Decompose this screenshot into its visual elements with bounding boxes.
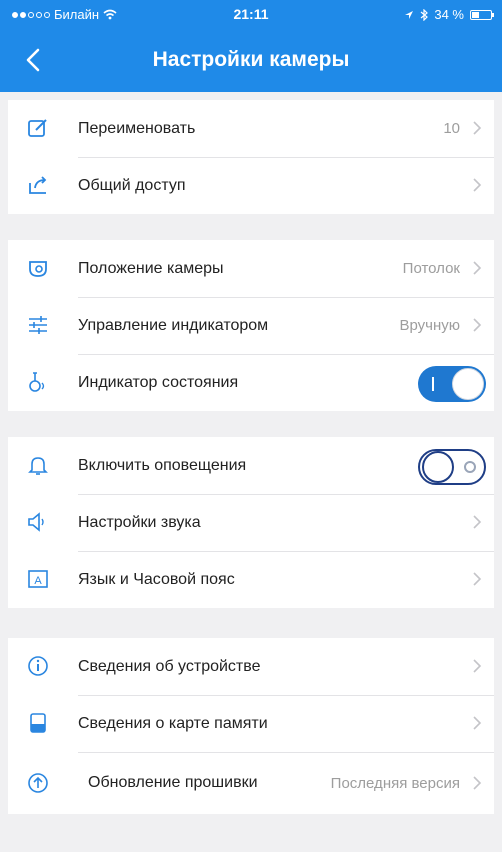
chevron-right-icon [473,261,482,275]
status-indicator-toggle[interactable] [418,366,486,402]
firmware-update-label: Обновление прошивки [88,774,258,791]
sharing-row[interactable]: Общий доступ [8,157,494,214]
chevron-right-icon [473,572,482,586]
status-right: 34 % [404,7,494,22]
indicator-icon [26,370,50,394]
edit-icon [26,116,50,140]
chevron-right-icon [473,515,482,529]
status-bar: Билайн 21:11 34 % [0,0,502,28]
rename-label: Переименовать [78,119,196,137]
battery-icon [470,9,494,20]
chevron-right-icon [473,318,482,332]
sd-card-icon [26,711,50,735]
device-info-row[interactable]: Сведения об устройстве [8,638,494,695]
settings-group-general: Переименовать 10 Общий доступ [8,100,494,214]
settings-group-device: Сведения об устройстве Сведения о карте … [8,638,494,814]
language-icon: A [26,567,50,591]
camera-position-icon [26,256,50,280]
chevron-right-icon [473,121,482,135]
page-title: Настройки камеры [152,48,350,71]
indicator-control-value: Вручную [399,317,460,334]
language-timezone-label: Язык и Часовой пояс [78,570,235,588]
memory-card-label: Сведения о карте памяти [78,714,268,732]
info-icon [26,654,50,678]
sharing-label: Общий доступ [78,176,186,194]
firmware-update-value: Последняя версия [330,774,460,792]
upload-icon [26,771,50,795]
notifications-label: Включить оповещения [78,456,247,474]
notifications-row: Включить оповещения [8,437,494,494]
indicator-control-label: Управление индикатором [78,316,269,334]
chevron-right-icon [473,776,482,790]
status-indicator-row: Индикатор состояния [8,354,494,411]
bell-icon [26,453,50,477]
memory-card-row[interactable]: Сведения о карте памяти [8,695,494,752]
sound-settings-label: Настройки звука [78,513,201,531]
camera-position-label: Положение камеры [78,259,224,277]
camera-position-row[interactable]: Положение камеры Потолок [8,240,494,297]
chevron-right-icon [473,716,482,730]
svg-text:A: A [34,575,42,587]
device-info-label: Сведения об устройстве [78,657,261,675]
indicator-control-row[interactable]: Управление индикатором Вручную [8,297,494,354]
notifications-toggle[interactable] [418,449,486,485]
bluetooth-icon [420,8,429,21]
rename-value: 10 [443,120,460,137]
rename-row[interactable]: Переименовать 10 [8,100,494,157]
status-indicator-label: Индикатор состояния [78,373,239,391]
battery-percent: 34 % [434,7,464,22]
camera-position-value: Потолок [402,260,460,277]
chevron-right-icon [473,659,482,673]
sliders-icon [26,313,50,337]
speaker-icon [26,510,50,534]
sound-settings-row[interactable]: Настройки звука [8,494,494,551]
settings-group-notifications: Включить оповещения Настройки звука A Яз… [8,437,494,608]
chevron-right-icon [473,178,482,192]
language-timezone-row[interactable]: A Язык и Часовой пояс [8,551,494,608]
settings-group-camera: Положение камеры Потолок Управление инди… [8,240,494,411]
navigation-bar: Настройки камеры [0,28,502,92]
location-icon [405,10,414,19]
firmware-update-row[interactable]: Обновление прошивки Последняя версия [8,752,494,814]
share-icon [26,173,50,197]
top-bar: Билайн 21:11 34 % Настройки камеры [0,0,502,92]
